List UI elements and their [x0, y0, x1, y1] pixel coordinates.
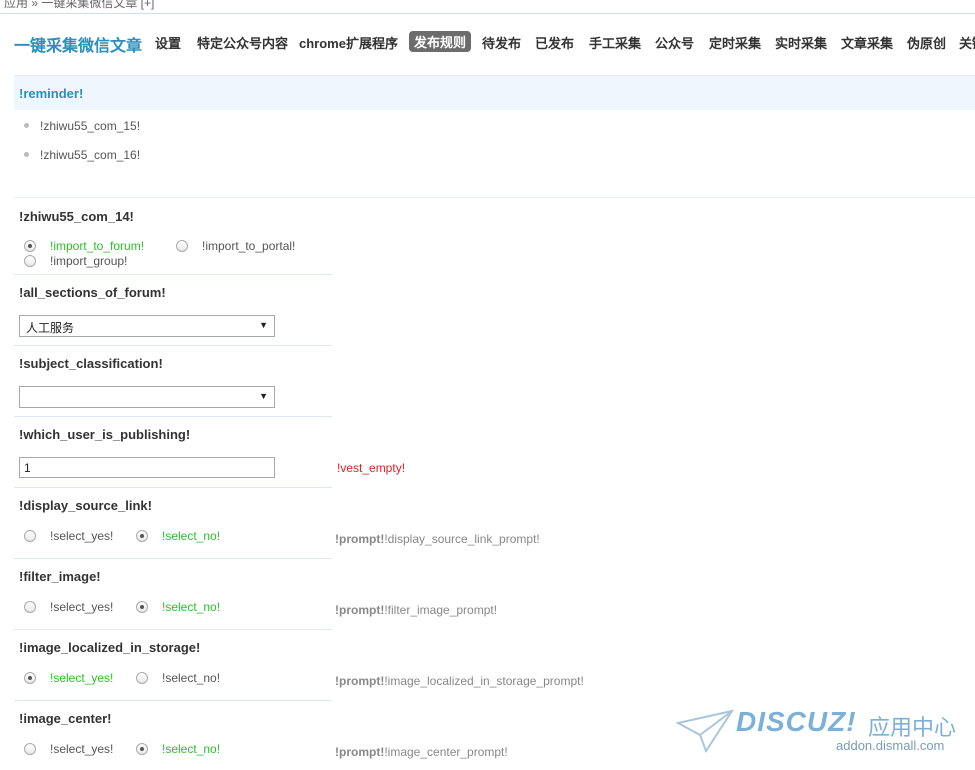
option-prompt: !prompt!!display_source_link_prompt! — [335, 532, 540, 546]
divider — [14, 345, 332, 346]
prompt-text: !filter_image_prompt! — [384, 603, 498, 617]
tab-realtime-collect[interactable]: 实时采集 — [775, 33, 827, 52]
prompt-prefix: !prompt! — [335, 745, 385, 759]
discuz-watermark: DISCUZ! 应用中心 addon.dismall.com — [676, 703, 966, 765]
tab-specific-account-content[interactable]: 特定公众号内容 — [197, 33, 288, 52]
radio-select-yes[interactable]: !select_yes! — [24, 600, 113, 614]
radio-select-no[interactable]: !select_no! — [136, 742, 220, 756]
chevron-down-icon: ▼ — [259, 391, 268, 401]
prompt-prefix: !prompt! — [335, 674, 385, 688]
radio-dot — [24, 530, 36, 542]
subject-class-select[interactable]: ▼ — [19, 386, 275, 408]
radio-dot — [24, 672, 36, 684]
watermark-url: addon.dismall.com — [836, 738, 945, 753]
breadcrumb-text: 应用 » 一键采集微信文章 [+] — [4, 0, 155, 10]
divider — [14, 487, 332, 488]
reminder-item: !zhiwu55_com_16! — [24, 148, 140, 162]
tab-manual-collect[interactable]: 手工采集 — [589, 33, 641, 52]
tab-published[interactable]: 已发布 — [535, 33, 574, 52]
breadcrumb: 应用 » 一键采集微信文章 [+] — [0, 0, 975, 14]
divider — [14, 197, 975, 198]
reminder-item: !zhiwu55_com_15! — [24, 119, 140, 133]
radio-import-to-portal[interactable]: !import_to_portal! — [176, 239, 295, 253]
option-prompt: !prompt!!image_localized_in_storage_prom… — [335, 674, 584, 688]
option-prompt: !prompt!!filter_image_prompt! — [335, 603, 497, 617]
tab-article-collect[interactable]: 文章采集 — [841, 33, 893, 52]
prompt-prefix: !prompt! — [335, 532, 385, 546]
publisher-label: !which_user_is_publishing! — [19, 427, 191, 442]
divider — [14, 274, 332, 275]
watermark-brand: DISCUZ! — [736, 706, 857, 737]
paper-plane-icon — [676, 709, 734, 753]
option-prompt: !prompt!!image_center_prompt! — [335, 745, 508, 759]
tab-publish-rules[interactable]: 发布规则 — [409, 31, 472, 52]
prompt-text: !display_source_link_prompt! — [384, 532, 540, 546]
import-target-label: !zhiwu55_com_14! — [19, 209, 134, 224]
radio-dot — [24, 255, 36, 267]
radio-dot — [136, 601, 148, 613]
radio-select-no[interactable]: !select_no! — [136, 600, 220, 614]
option-label: !image_localized_in_storage! — [19, 640, 201, 655]
top-nav: 一键采集微信文章 设置 特定公众号内容 chrome扩展程序 发布规则 待发布 … — [0, 22, 975, 58]
reminder-header: !reminder! — [14, 75, 975, 110]
prompt-text: !image_center_prompt! — [384, 745, 508, 759]
radio-select-no[interactable]: !select_no! — [136, 671, 220, 685]
radio-select-yes[interactable]: !select_yes! — [24, 671, 113, 685]
tab-pending-publish[interactable]: 待发布 — [482, 33, 521, 52]
tab-scheduled-collect[interactable]: 定时采集 — [709, 33, 761, 52]
radio-select-yes[interactable]: !select_yes! — [24, 742, 113, 756]
option-label: !display_source_link! — [19, 498, 152, 513]
radio-dot — [176, 240, 188, 252]
subject-class-label: !subject_classification! — [19, 356, 163, 371]
tab-chrome-extension[interactable]: chrome扩展程序 — [299, 33, 398, 52]
option-label: !image_center! — [19, 711, 112, 726]
divider — [14, 558, 332, 559]
radio-dot — [136, 743, 148, 755]
radio-dot — [136, 672, 148, 684]
radio-select-yes[interactable]: !select_yes! — [24, 529, 113, 543]
divider — [14, 416, 332, 417]
option-label: !filter_image! — [19, 569, 101, 584]
divider — [14, 700, 332, 701]
tab-pseudo-original[interactable]: 伪原创 — [907, 33, 946, 52]
radio-dot — [136, 530, 148, 542]
publisher-error: !vest_empty! — [337, 461, 406, 475]
radio-import-group[interactable]: !import_group! — [24, 254, 127, 268]
radio-dot — [24, 240, 36, 252]
forum-section-label: !all_sections_of_forum! — [19, 285, 166, 300]
radio-dot — [24, 601, 36, 613]
radio-select-no[interactable]: !select_no! — [136, 529, 220, 543]
reminder-title: !reminder! — [19, 86, 84, 101]
radio-dot — [24, 743, 36, 755]
divider — [14, 629, 332, 630]
publisher-input[interactable] — [19, 457, 275, 478]
prompt-text: !image_localized_in_storage_prompt! — [384, 674, 584, 688]
chevron-down-icon: ▼ — [259, 320, 268, 330]
tab-official-accounts[interactable]: 公众号 — [655, 33, 694, 52]
radio-import-to-forum[interactable]: !import_to_forum! — [24, 239, 144, 253]
app-title[interactable]: 一键采集微信文章 — [14, 32, 142, 56]
prompt-prefix: !prompt! — [335, 603, 385, 617]
tab-keywords[interactable]: 关键 — [959, 33, 975, 52]
forum-section-value: 人工服务 — [26, 321, 75, 335]
tab-settings[interactable]: 设置 — [155, 33, 181, 52]
forum-section-select[interactable]: 人工服务 ▼ — [19, 315, 275, 337]
